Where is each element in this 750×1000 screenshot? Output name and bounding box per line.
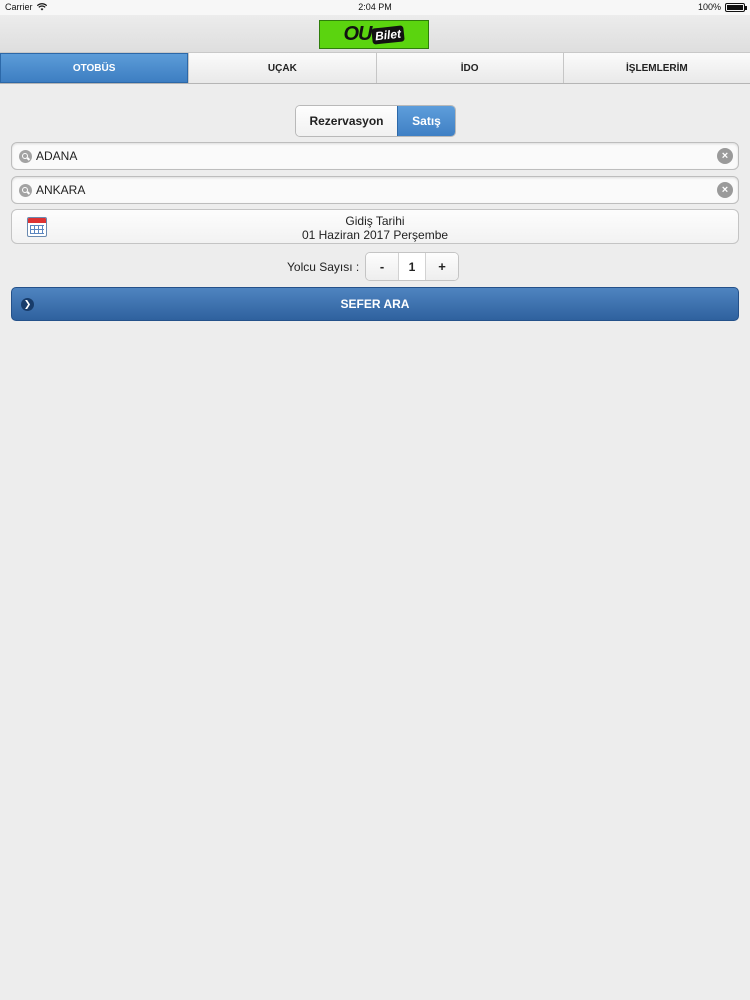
battery-icon	[725, 2, 747, 12]
main-tabs: OTOBÜS UÇAK İDO İŞLEMLERİM	[0, 53, 750, 84]
status-bar-right: 100%	[697, 2, 747, 12]
tab-otobus[interactable]: OTOBÜS	[0, 53, 189, 83]
search-icon	[19, 149, 32, 163]
arrival-city-input[interactable]	[32, 183, 717, 197]
departure-city-field[interactable]: ×	[11, 142, 739, 170]
increment-button[interactable]: +	[426, 253, 458, 280]
clear-icon[interactable]: ×	[717, 182, 733, 198]
app-logo[interactable]: OU Bilet	[319, 20, 429, 49]
reservation-sale-toggle: Rezervasyon Satış	[295, 105, 456, 137]
search-trips-button[interactable]: ❯ SEFER ARA	[11, 287, 739, 321]
arrival-city-field[interactable]: ×	[11, 176, 739, 204]
decrement-button[interactable]: -	[366, 253, 398, 280]
status-time: 2:04 PM	[358, 2, 392, 12]
passenger-count-label: Yolcu Sayısı :	[287, 260, 360, 274]
tab-islemlerim[interactable]: İŞLEMLERİM	[562, 53, 750, 83]
departure-date-text: Gidiş Tarihi 01 Haziran 2017 Perşembe	[12, 214, 738, 242]
departure-date-label: Gidiş Tarihi	[345, 214, 405, 228]
clear-icon[interactable]: ×	[717, 148, 733, 164]
passenger-count-stepper: - 1 +	[365, 252, 459, 281]
departure-date-value: 01 Haziran 2017 Perşembe	[301, 228, 449, 242]
battery-percent: 100%	[697, 2, 721, 12]
status-bar: Carrier 2:04 PM 100%	[0, 0, 750, 15]
reservation-button[interactable]: Rezervasyon	[296, 106, 397, 136]
search-trips-label: SEFER ARA	[340, 297, 410, 311]
search-icon	[19, 183, 32, 197]
tab-ucak[interactable]: UÇAK	[188, 53, 376, 83]
logo-text-ou: OU	[343, 23, 372, 45]
departure-city-input[interactable]	[32, 149, 717, 163]
tab-ido[interactable]: İDO	[375, 53, 563, 83]
app-header: OU Bilet	[0, 15, 750, 53]
chevron-right-icon: ❯	[21, 298, 34, 311]
logo-text-bilet: Bilet	[371, 24, 406, 45]
departure-date-picker[interactable]: Gidiş Tarihi 01 Haziran 2017 Perşembe	[11, 209, 739, 244]
sale-button[interactable]: Satış	[397, 106, 455, 136]
passenger-count-value: 1	[398, 253, 426, 280]
